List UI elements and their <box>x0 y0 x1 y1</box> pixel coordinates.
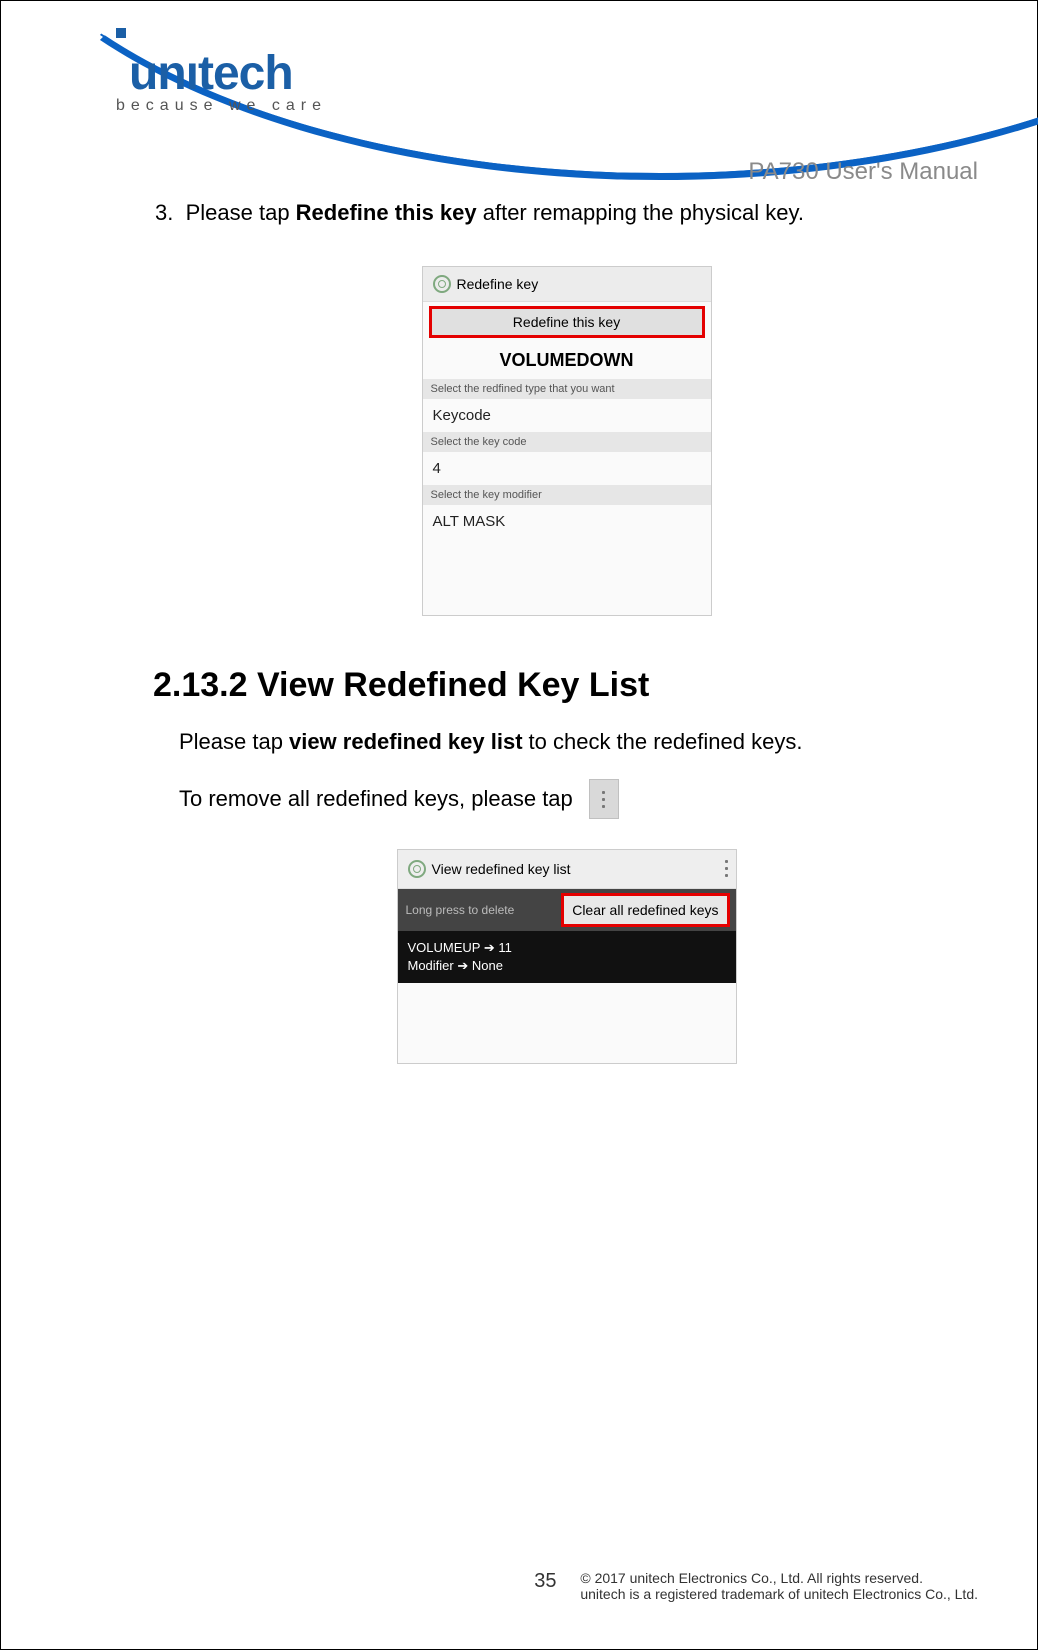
line2-text: To remove all redefined keys, please tap <box>179 786 573 812</box>
value-key-modifier[interactable]: ALT MASK <box>423 505 711 538</box>
step-bold: Redefine this key <box>296 200 477 225</box>
more-menu-icon[interactable] <box>589 779 619 819</box>
section-line-2: To remove all redefined keys, please tap <box>179 779 978 819</box>
more-menu-icon[interactable] <box>725 860 728 877</box>
step-prefix: Please tap <box>186 200 296 225</box>
section-line-1: Please tap view redefined key list to ch… <box>179 729 978 755</box>
page-content: 3. Please tap Redefine this key after re… <box>155 200 978 1064</box>
brand-logo: unıtech because we care <box>116 52 327 115</box>
page-footer: 35 © 2017 unitech Electronics Co., Ltd. … <box>534 1570 978 1602</box>
logo-text: unıtech <box>129 52 293 95</box>
screenshot-view-redefined-list: View redefined key list Long press to de… <box>397 849 737 1064</box>
map-modifier-value: None <box>472 958 503 973</box>
step-3-text: 3. Please tap Redefine this key after re… <box>155 200 978 226</box>
vertical-dots-icon <box>725 860 728 877</box>
screenshot2-title: View redefined key list <box>432 861 571 877</box>
label-key-code: Select the key code <box>423 432 711 452</box>
line1-pre: Please tap <box>179 729 283 755</box>
map-modifier-label: Modifier <box>408 958 454 973</box>
copyright-line-1: © 2017 unitech Electronics Co., Ltd. All… <box>580 1570 923 1586</box>
gear-icon <box>408 860 426 878</box>
line1-post: to check the redefined keys. <box>529 729 803 755</box>
screenshot-redefine-key: Redefine key Redefine this key VOLUMEDOW… <box>422 266 712 616</box>
arrow-right-icon: ➔ <box>484 939 495 957</box>
label-redefined-type: Select the redfined type that you want <box>423 379 711 399</box>
map-key-value: 11 <box>498 940 512 955</box>
redefine-this-key-button[interactable]: Redefine this key <box>429 306 705 338</box>
screenshot2-action-row: Long press to delete Clear all redefined… <box>398 889 736 931</box>
vertical-dots-icon <box>602 791 605 808</box>
selected-key-label: VOLUMEDOWN <box>423 342 711 379</box>
screenshot1-titlebar: Redefine key <box>423 267 711 302</box>
document-title: PA730 User's Manual <box>748 158 978 186</box>
map-key-name: VOLUMEUP <box>408 940 481 955</box>
step-number: 3. <box>155 200 173 225</box>
screenshot2-titlebar: View redefined key list <box>398 850 736 889</box>
redefined-key-row[interactable]: VOLUMEUP ➔ 11 Modifier ➔ None <box>398 931 736 983</box>
step-suffix: after remapping the physical key. <box>477 200 804 225</box>
section-heading: 2.13.2 View Redefined Key List <box>153 666 978 705</box>
long-press-hint: Long press to delete <box>398 893 523 927</box>
line1-bold: view redefined key list <box>289 729 523 755</box>
page-number: 35 <box>534 1570 556 1593</box>
arrow-right-icon: ➔ <box>457 957 468 975</box>
logo-tagline: because we care <box>116 97 327 115</box>
screenshot2-empty-area <box>398 983 736 1063</box>
gear-icon <box>433 275 451 293</box>
screenshot1-title: Redefine key <box>457 276 539 292</box>
copyright-line-2: unitech is a registered trademark of uni… <box>580 1586 978 1602</box>
clear-all-redefined-keys-button[interactable]: Clear all redefined keys <box>561 893 729 927</box>
label-key-modifier: Select the key modifier <box>423 485 711 505</box>
value-redefined-type[interactable]: Keycode <box>423 399 711 432</box>
value-key-code[interactable]: 4 <box>423 452 711 485</box>
page-header: unıtech because we care PA730 User's Man… <box>0 0 1038 190</box>
